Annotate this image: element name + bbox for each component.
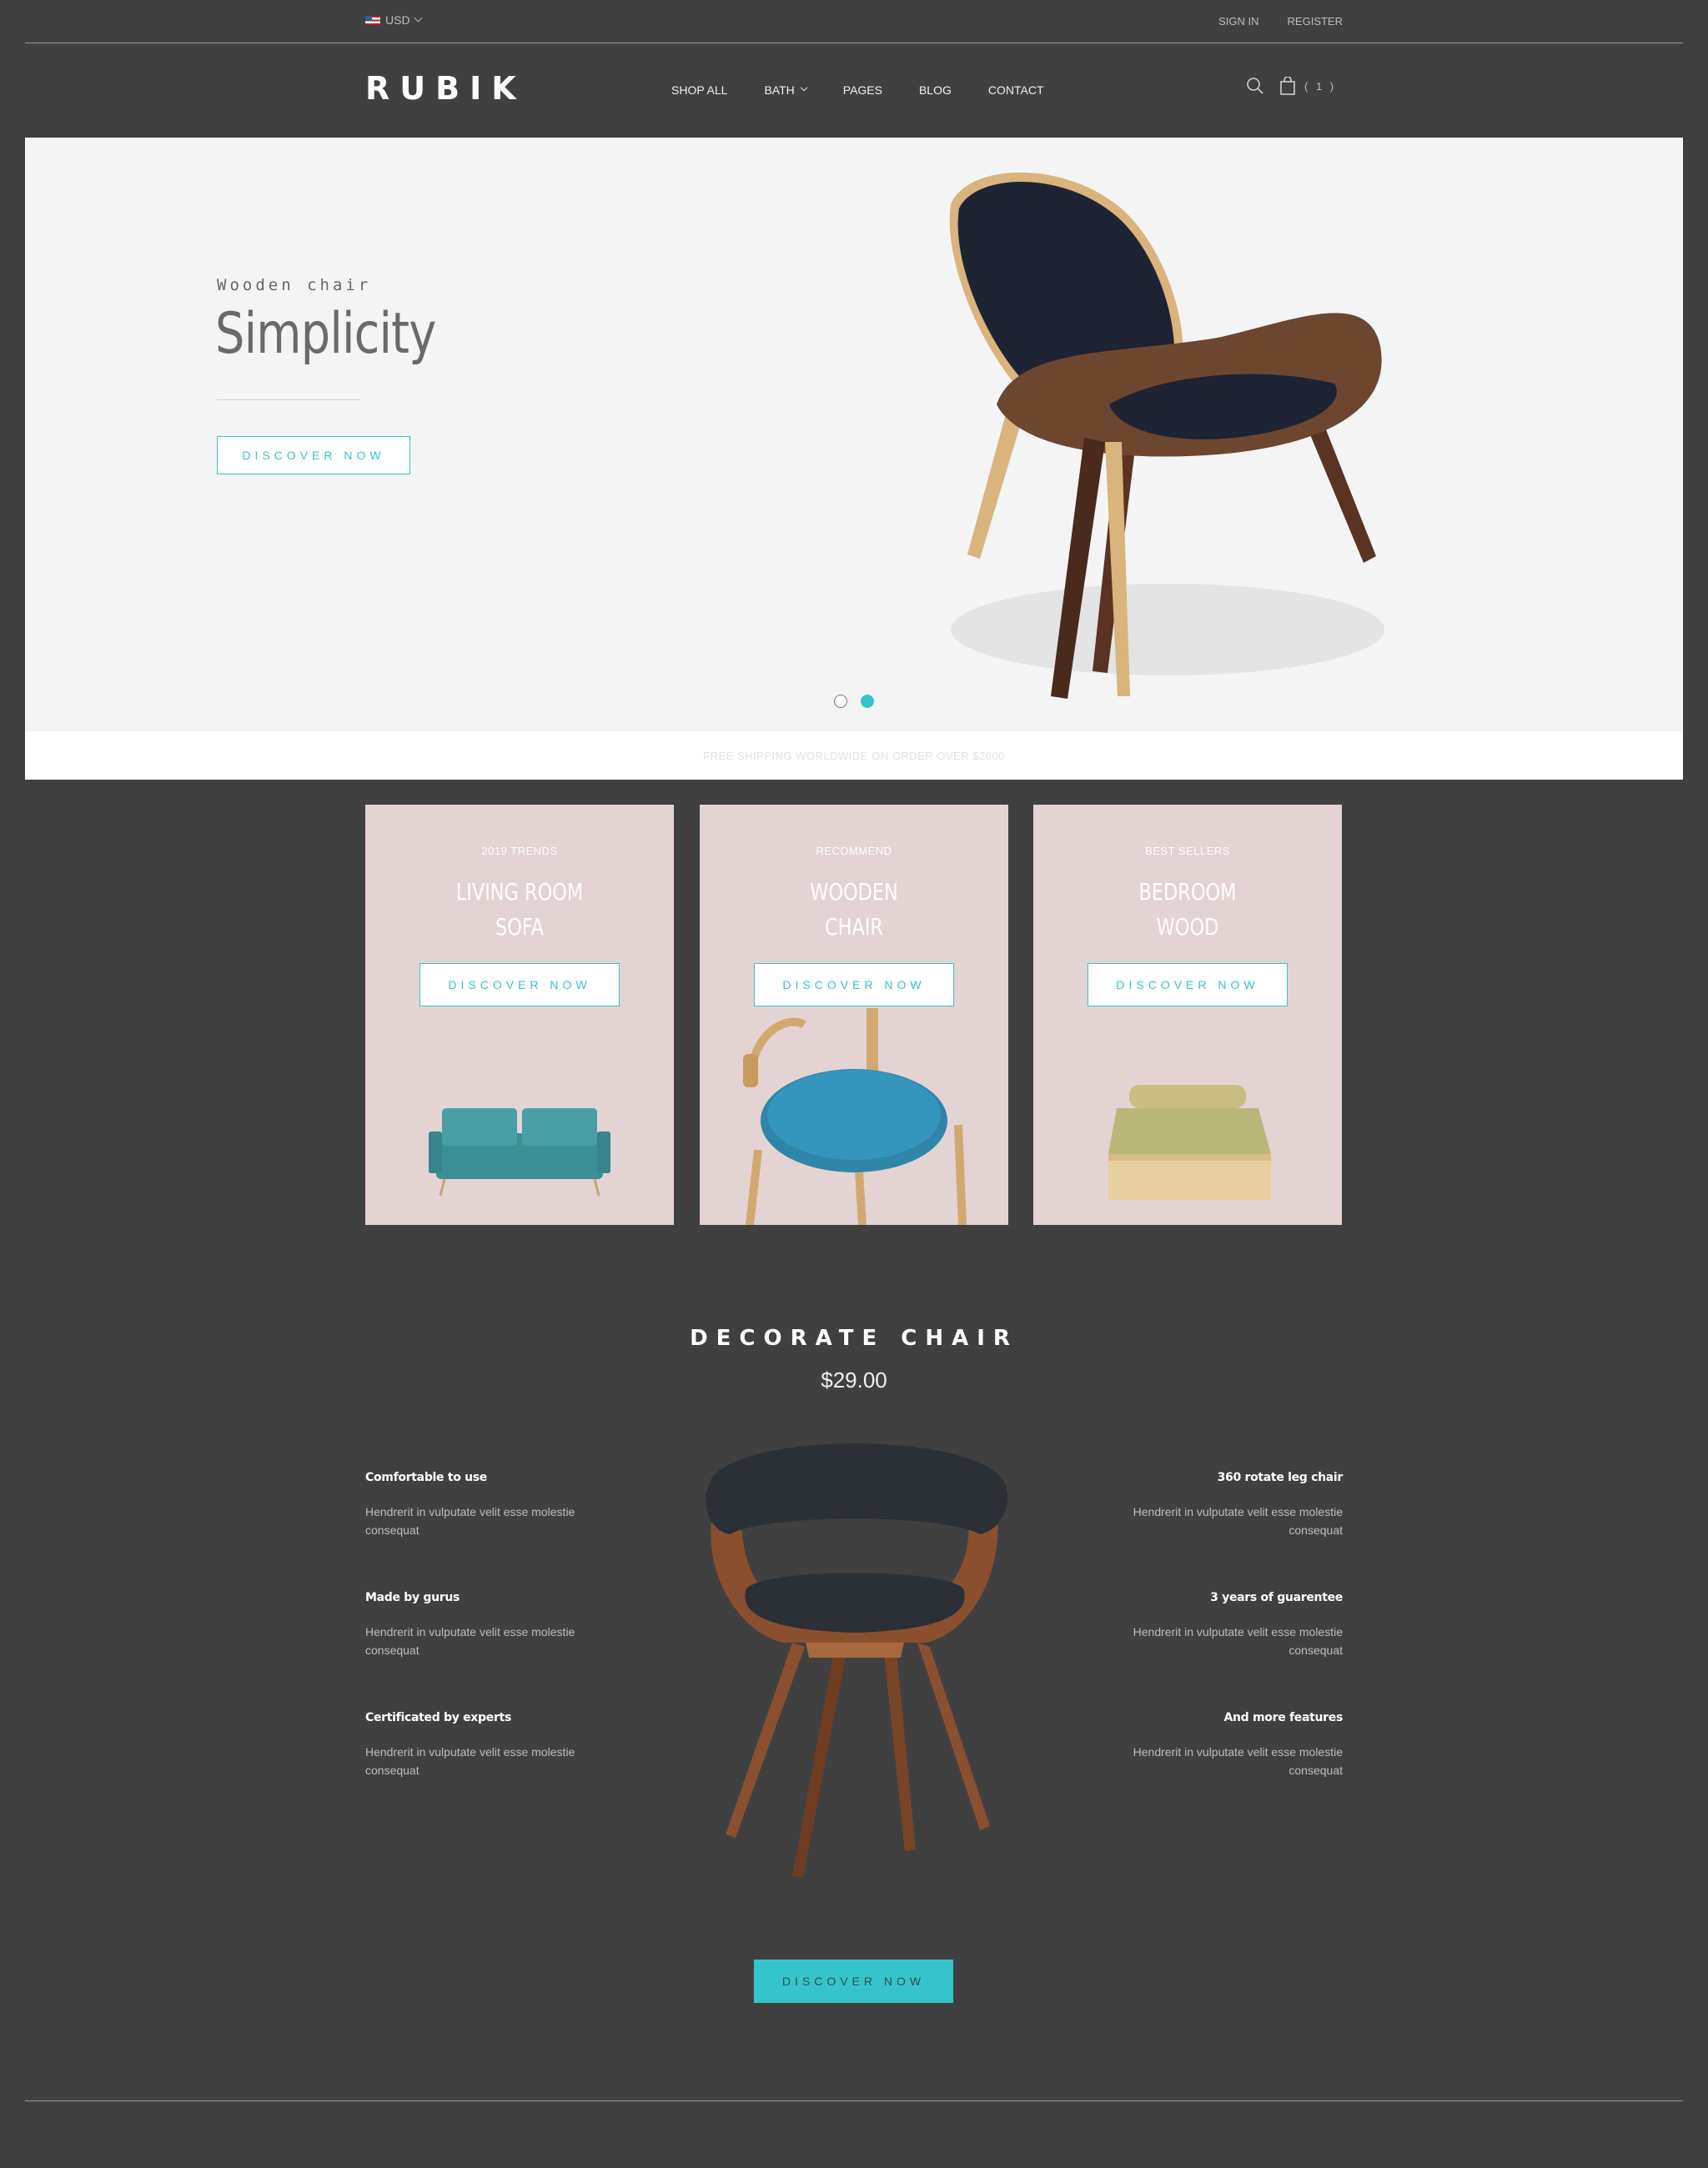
card-title-line: WOOD <box>1156 913 1219 941</box>
feature-left-2: Made by gurus Hendrerit in vulputate vel… <box>365 1591 615 1659</box>
sign-in-link[interactable]: SIGN IN <box>1218 15 1258 28</box>
slider-dot-1[interactable] <box>834 695 847 708</box>
hero-discover-button[interactable]: DISCOVER NOW <box>217 436 410 474</box>
feature-left-3: Certificated by experts Hendrerit in vul… <box>365 1711 615 1779</box>
currency-label: USD <box>385 13 410 27</box>
hero-slider: Wooden chair Simplicity DISCOVER NOW <box>25 138 1683 731</box>
category-card-chair[interactable]: RECOMMEND WOODEN CHAIR DISCOVER NOW <box>700 805 1008 1225</box>
feature-right-1: 360 rotate leg chair Hendrerit in vulput… <box>1093 1471 1344 1539</box>
feature-text: Hendrerit in vulputate velit esse molest… <box>1133 1625 1343 1657</box>
footer-divider <box>25 2100 1683 2101</box>
sofa-image <box>429 1108 610 1197</box>
feature-right-3: And more features Hendrerit in vulputate… <box>1093 1711 1344 1779</box>
card-title: WOODEN CHAIR <box>731 875 977 945</box>
hero-divider <box>217 399 360 400</box>
hero-title: Simplicity <box>215 301 436 367</box>
auth-links: SIGN IN REGISTER <box>1218 15 1343 28</box>
site-logo[interactable]: RUBIK <box>365 70 526 107</box>
card-title-line: CHAIR <box>825 913 883 941</box>
shipping-notice: FREE SHIPPING WORLDWIDE ON ORDER OVER $2… <box>25 731 1683 780</box>
feature-title: Certificated by experts <box>365 1711 511 1724</box>
feature-title: 3 years of guarentee <box>1210 1591 1343 1604</box>
feature-title: Comfortable to use <box>365 1471 488 1484</box>
card-discover-button[interactable]: DISCOVER NOW <box>1088 963 1288 1006</box>
card-title: BEDROOM WOOD <box>1064 875 1311 945</box>
card-title-line: LIVING ROOM <box>455 878 584 906</box>
nav-label: BATH <box>764 83 795 97</box>
feature-text: Hendrerit in vulputate velit esse molest… <box>1133 1745 1343 1777</box>
feature-text: Hendrerit in vulputate velit esse molest… <box>365 1505 575 1537</box>
top-utility-bar: USD SIGN IN REGISTER <box>0 0 1708 43</box>
main-nav: SHOP ALL BATH PAGES BLOG CONTACT <box>671 83 1081 97</box>
product-discover-button[interactable]: DISCOVER NOW <box>754 1960 953 2003</box>
chevron-down-icon <box>800 83 808 92</box>
nav-item-blog[interactable]: BLOG <box>919 83 952 97</box>
cart-count: ( 1 ) <box>1304 79 1337 93</box>
bed-image <box>1108 1085 1271 1200</box>
feature-title: And more features <box>1223 1711 1343 1724</box>
decorate-chair-image <box>706 1443 1008 1878</box>
card-kicker: BEST SELLERS <box>1145 845 1230 857</box>
search-icon[interactable] <box>1246 77 1264 95</box>
feature-text: Hendrerit in vulputate velit esse molest… <box>365 1745 575 1777</box>
card-discover-button[interactable]: DISCOVER NOW <box>419 963 620 1006</box>
hero-subtitle: Wooden chair <box>217 276 372 294</box>
card-title-line: WOODEN <box>810 878 898 906</box>
feature-left-1: Comfortable to use Hendrerit in vulputat… <box>365 1471 615 1539</box>
feature-right-2: 3 years of guarentee Hendrerit in vulput… <box>1093 1591 1344 1659</box>
feature-text: Hendrerit in vulputate velit esse molest… <box>365 1625 575 1657</box>
card-title: LIVING ROOM SOFA <box>396 875 643 945</box>
card-kicker: 2019 TRENDS <box>481 845 558 857</box>
cart-button[interactable]: ( 1 ) <box>1279 77 1336 95</box>
shopping-bag-icon <box>1280 77 1295 95</box>
nav-label: CONTACT <box>987 83 1044 97</box>
wooden-chair-image <box>743 1008 967 1225</box>
nav-item-shop-all[interactable]: SHOP ALL <box>671 83 727 97</box>
card-kicker: RECOMMEND <box>816 845 892 857</box>
card-title-line: SOFA <box>495 913 544 941</box>
nav-item-bath[interactable]: BATH <box>764 83 808 97</box>
nav-item-pages[interactable]: PAGES <box>843 83 882 97</box>
card-discover-button[interactable]: DISCOVER NOW <box>754 963 954 1006</box>
nav-item-contact[interactable]: CONTACT <box>988 83 1044 97</box>
header-actions: ( 1 ) <box>1246 77 1336 95</box>
feature-text: Hendrerit in vulputate velit esse molest… <box>1133 1505 1343 1537</box>
currency-selector[interactable]: USD <box>365 13 423 27</box>
shell-chair-image <box>949 172 1384 699</box>
us-flag-icon <box>365 15 380 25</box>
category-card-bedroom[interactable]: BEST SELLERS BEDROOM WOOD DISCOVER NOW <box>1033 805 1342 1225</box>
slider-dot-2-active[interactable] <box>861 695 874 708</box>
card-title-line: BEDROOM <box>1138 878 1237 906</box>
chevron-down-icon <box>414 13 423 23</box>
nav-label: PAGES <box>842 83 882 97</box>
register-link[interactable]: REGISTER <box>1288 15 1343 28</box>
feature-title: Made by gurus <box>365 1591 460 1604</box>
nav-label: SHOP ALL <box>671 83 728 97</box>
feature-title: 360 rotate leg chair <box>1217 1471 1344 1484</box>
nav-label: BLOG <box>918 83 952 97</box>
category-card-sofa[interactable]: 2019 TRENDS LIVING ROOM SOFA DISCOVER NO… <box>365 805 674 1225</box>
product-title: DECORATE CHAIR <box>690 1326 1018 1351</box>
product-price: $29.00 <box>821 1368 887 1393</box>
